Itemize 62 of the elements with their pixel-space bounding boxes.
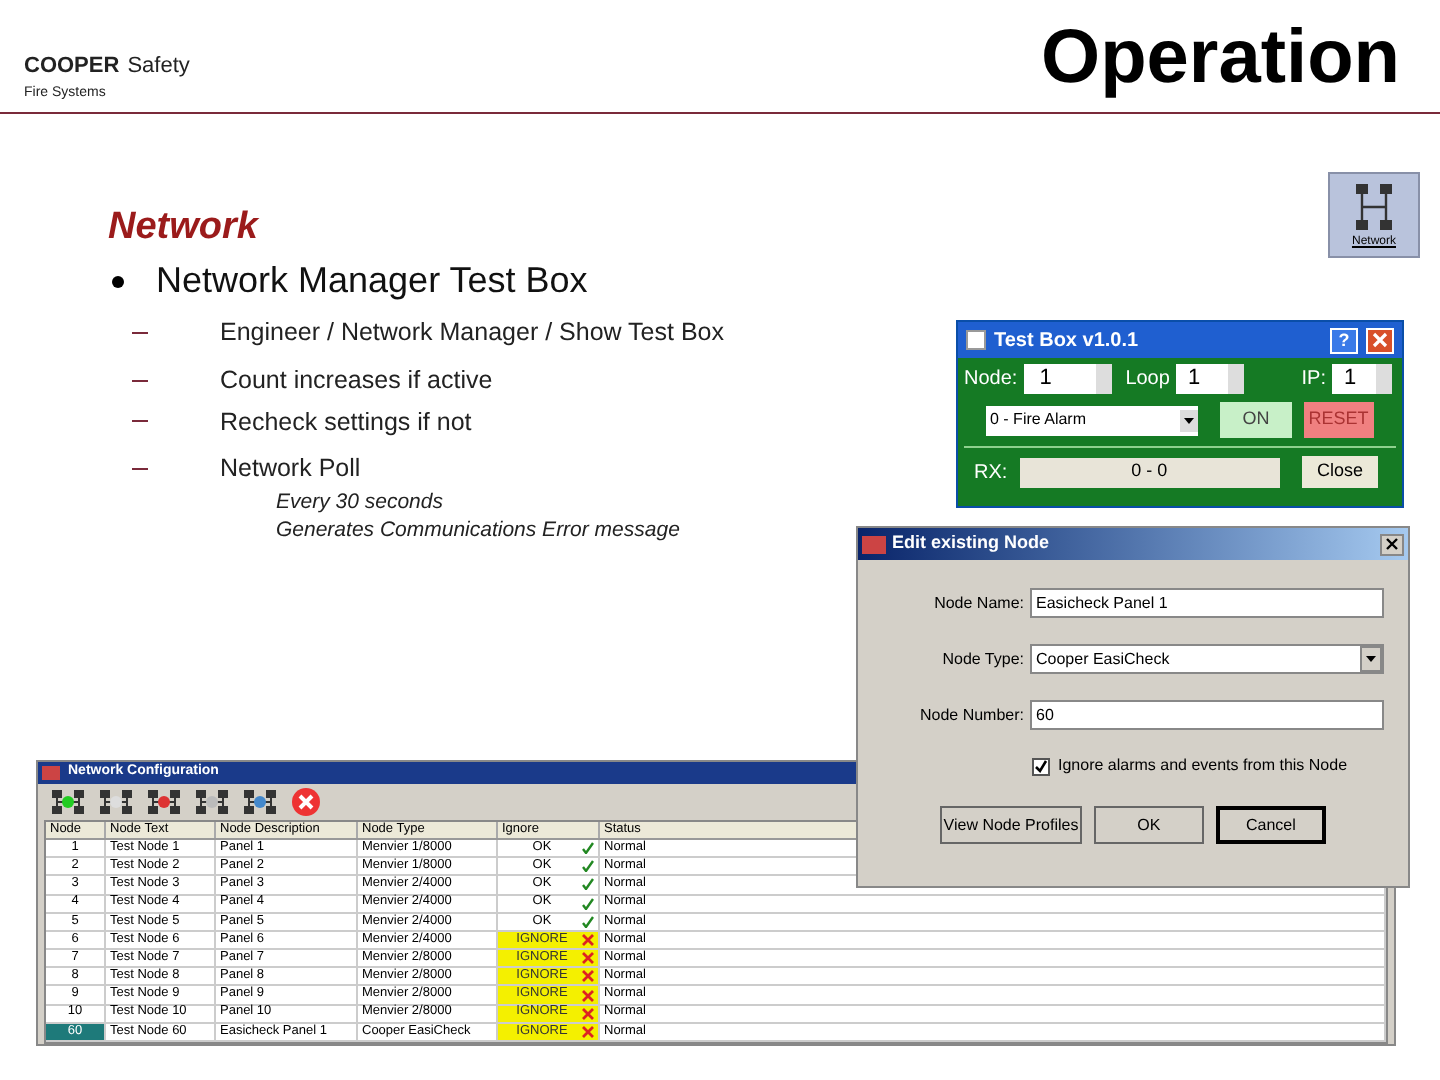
close-button[interactable]: Close bbox=[1302, 456, 1378, 488]
sub-bullet-text: Recheck settings if not bbox=[220, 405, 472, 440]
caret-icon bbox=[1360, 646, 1382, 672]
cross-icon bbox=[582, 952, 594, 965]
network-icon bbox=[1352, 182, 1396, 234]
dash-icon bbox=[132, 379, 148, 382]
field-label: Node Number: bbox=[917, 703, 1024, 727]
cross-icon bbox=[582, 1007, 594, 1020]
network-node-icon[interactable] bbox=[242, 787, 278, 816]
remove-node-icon[interactable] bbox=[146, 787, 182, 816]
ip-label: IP: bbox=[1301, 366, 1326, 394]
node-spinner[interactable]: 1 bbox=[1023, 364, 1112, 394]
node-icon[interactable] bbox=[194, 787, 230, 816]
on-button[interactable]: ON bbox=[1220, 402, 1292, 438]
edit-node-icon[interactable] bbox=[98, 787, 134, 816]
sub-bullet-text: Network Poll bbox=[220, 452, 361, 487]
dialog-button[interactable]: OK bbox=[1094, 806, 1204, 844]
dash-icon bbox=[132, 468, 148, 471]
add-node-icon[interactable] bbox=[50, 787, 86, 816]
note-text: Every 30 seconds bbox=[276, 488, 443, 516]
close-button[interactable] bbox=[1380, 533, 1404, 555]
help-button[interactable]: ? bbox=[1330, 327, 1358, 353]
ip-spinner[interactable]: 1 bbox=[1332, 364, 1392, 394]
dialog-button[interactable]: Cancel bbox=[1215, 806, 1327, 844]
bullet-text: Network Manager Test Box bbox=[156, 258, 588, 304]
event-dropdown[interactable]: 0 - Fire Alarm bbox=[986, 405, 1199, 435]
checkbox[interactable] bbox=[1032, 757, 1050, 775]
logo-brand: COOPER bbox=[24, 52, 120, 82]
dash-icon bbox=[132, 420, 148, 423]
cross-icon bbox=[582, 1025, 594, 1038]
rx-label: RX: bbox=[974, 459, 1008, 487]
cross-icon bbox=[582, 933, 594, 946]
close-icon bbox=[1372, 332, 1388, 348]
app-icon bbox=[42, 765, 60, 780]
loop-spinner[interactable]: 1 bbox=[1175, 364, 1244, 394]
app-icon bbox=[966, 330, 986, 350]
close-icon bbox=[1386, 538, 1398, 550]
node-type-dropdown[interactable]: Cooper EasiCheck bbox=[1030, 644, 1384, 674]
checkbox-label: Ignore alarms and events from this Node bbox=[1058, 754, 1348, 778]
sub-bullet-text: Count increases if active bbox=[220, 363, 493, 398]
window-title: Test Box v1.0.1 bbox=[994, 327, 1141, 355]
section-title: Network bbox=[108, 204, 258, 252]
note-text: Generates Communications Error message bbox=[276, 516, 680, 544]
input-field[interactable]: 60 bbox=[1030, 700, 1384, 730]
loop-label: Loop bbox=[1125, 366, 1170, 394]
caret-icon bbox=[1180, 409, 1199, 431]
bullet-icon bbox=[112, 275, 124, 287]
slide-title: Operation bbox=[1041, 20, 1402, 104]
delete-icon[interactable] bbox=[290, 785, 322, 818]
dialog-button[interactable]: View Node Profiles bbox=[940, 806, 1083, 844]
cross-icon bbox=[582, 970, 594, 983]
window-title: Edit existing Node bbox=[892, 530, 1052, 557]
input-field[interactable]: Easicheck Panel 1 bbox=[1030, 588, 1384, 618]
cross-icon bbox=[582, 989, 594, 1002]
node-label: Node: bbox=[964, 366, 1018, 394]
dash-icon bbox=[132, 331, 148, 334]
rx-field: 0 - 0 bbox=[1019, 457, 1280, 487]
field-label: Node Name: bbox=[932, 591, 1024, 615]
app-icon bbox=[862, 535, 886, 553]
field-label: Node Type: bbox=[940, 647, 1024, 671]
logo-brand-suffix: Safety bbox=[127, 52, 190, 82]
sub-bullet-text: Engineer / Network Manager / Show Test Box bbox=[220, 316, 724, 350]
